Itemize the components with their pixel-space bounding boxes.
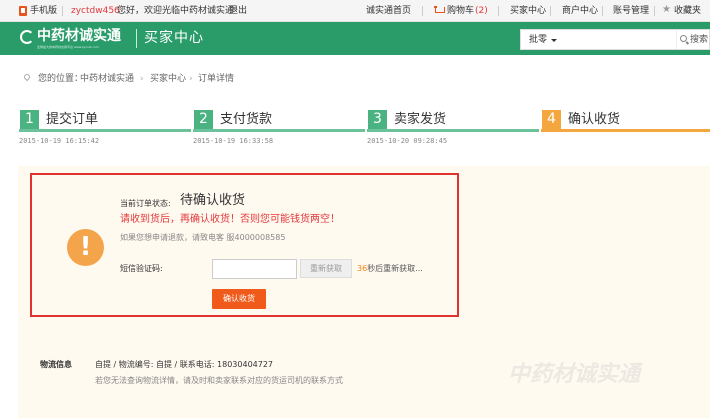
logout-link[interactable]: 退出 [229,5,247,17]
order-status-value: 待确认收货 [180,193,246,208]
breadcrumb-arrow-icon: › [189,74,193,84]
step-3-time: 2015-10-20 09:28:45 [367,137,448,145]
step-1-time: 2015-10-19 16:15:42 [19,137,100,145]
cart-count: (2) [475,6,488,16]
buyer-center-link[interactable]: 买家中心 [510,5,546,17]
step-4-number: 4 [542,110,561,129]
home-link[interactable]: 诚实通首页 [366,5,411,17]
step-1-number: 1 [20,110,39,129]
step-2-label: 支付货款 [220,112,273,127]
breadcrumb-prefix: 您的位置： [38,74,84,84]
sms-code-label: 短信验证码: [120,264,163,273]
countdown-seconds: 36 [357,264,368,273]
sms-code-input[interactable] [212,259,297,279]
header-divider [136,29,137,48]
order-status-label: 当前订单状态: [120,199,171,208]
logistics-label: 物流信息 [40,360,72,369]
search-button[interactable]: 搜索 [676,30,710,49]
cart-link[interactable]: 购物车 [447,5,474,17]
breadcrumb-item-order-detail: 订单详情 [198,74,235,84]
divider [422,6,423,16]
step-3-number: 3 [368,110,387,129]
step-4-label: 确认收货 [568,112,621,127]
page-title: 买家中心 [144,30,204,46]
step-3-label: 卖家发货 [394,112,447,127]
search-box: 批零 搜索 [520,29,710,50]
chevron-down-icon[interactable] [551,39,557,42]
search-button-label: 搜索 [690,35,709,45]
top-bar: 手机版 zyctdw456 您好，欢迎光临中药材诚实通 退出 诚实通首页 购物车… [0,0,710,22]
logistics-note: 若您无法查询物流详情，请及时和卖家联系对应的货运司机的联系方式 [95,376,343,385]
logo-subtitle: 全球最大的中药材交易平台 www.zyccst.com [37,45,99,49]
countdown-text: 秒后重新获取... [367,264,423,273]
search-icon [680,35,687,42]
cart-icon[interactable] [434,6,445,15]
refund-note: 如果您想申请退款，请致电客 服4000008585 [120,233,286,242]
breadcrumb-item-home[interactable]: 中药材诚实通 [80,73,134,85]
brand-watermark: 中药材诚实通 [508,362,641,387]
merchant-center-link[interactable]: 商户中心 [562,5,598,17]
divider [498,6,499,16]
welcome-text: 您好，欢迎光临中药材诚实通 [117,6,235,16]
divider [654,6,655,16]
account-link[interactable]: 账号管理 [613,5,649,17]
step-2-bar [193,129,365,132]
username-link[interactable]: zyctdw456 [71,5,120,17]
step-4-bar [541,129,710,132]
receipt-warning: 请收到货后，再确认收货！否则您可能钱货两空！ [120,214,340,225]
logo-text: 中药材诚实通 [37,28,121,44]
resend-countdown: 36秒后重新获取... [357,264,423,274]
star-icon[interactable]: ★ [662,4,671,16]
step-3-bar [367,129,539,132]
resend-code-button[interactable]: 重新获取 [300,259,352,278]
logo-mark-icon [20,30,34,44]
step-1-bar [19,129,191,132]
favorites-link[interactable]: 收藏夹 [674,5,701,17]
divider [550,6,551,16]
confirm-receipt-button[interactable]: 确认收货 [212,289,266,309]
divider [602,6,603,16]
breadcrumb-item-buyer-center[interactable]: 买家中心 [150,73,186,85]
breadcrumb-arrow-icon: › [140,74,144,84]
exclamation-icon: ! [67,229,104,266]
logistics-info: 自提 / 物流编号: 自提 / 联系电话: 18030404727 [95,360,274,369]
mobile-phone-icon[interactable] [19,6,27,16]
site-logo[interactable]: 中药材诚实通 全球最大的中药材交易平台 www.zyccst.com [20,28,128,50]
step-2-time: 2015-10-19 16:33:58 [193,137,274,145]
location-pin-icon [22,72,32,82]
step-1-label: 提交订单 [46,112,99,127]
mobile-link[interactable]: 手机版 [30,5,57,17]
divider [62,6,63,16]
search-category-select[interactable]: 批零 [529,34,547,46]
step-2-number: 2 [194,110,213,129]
